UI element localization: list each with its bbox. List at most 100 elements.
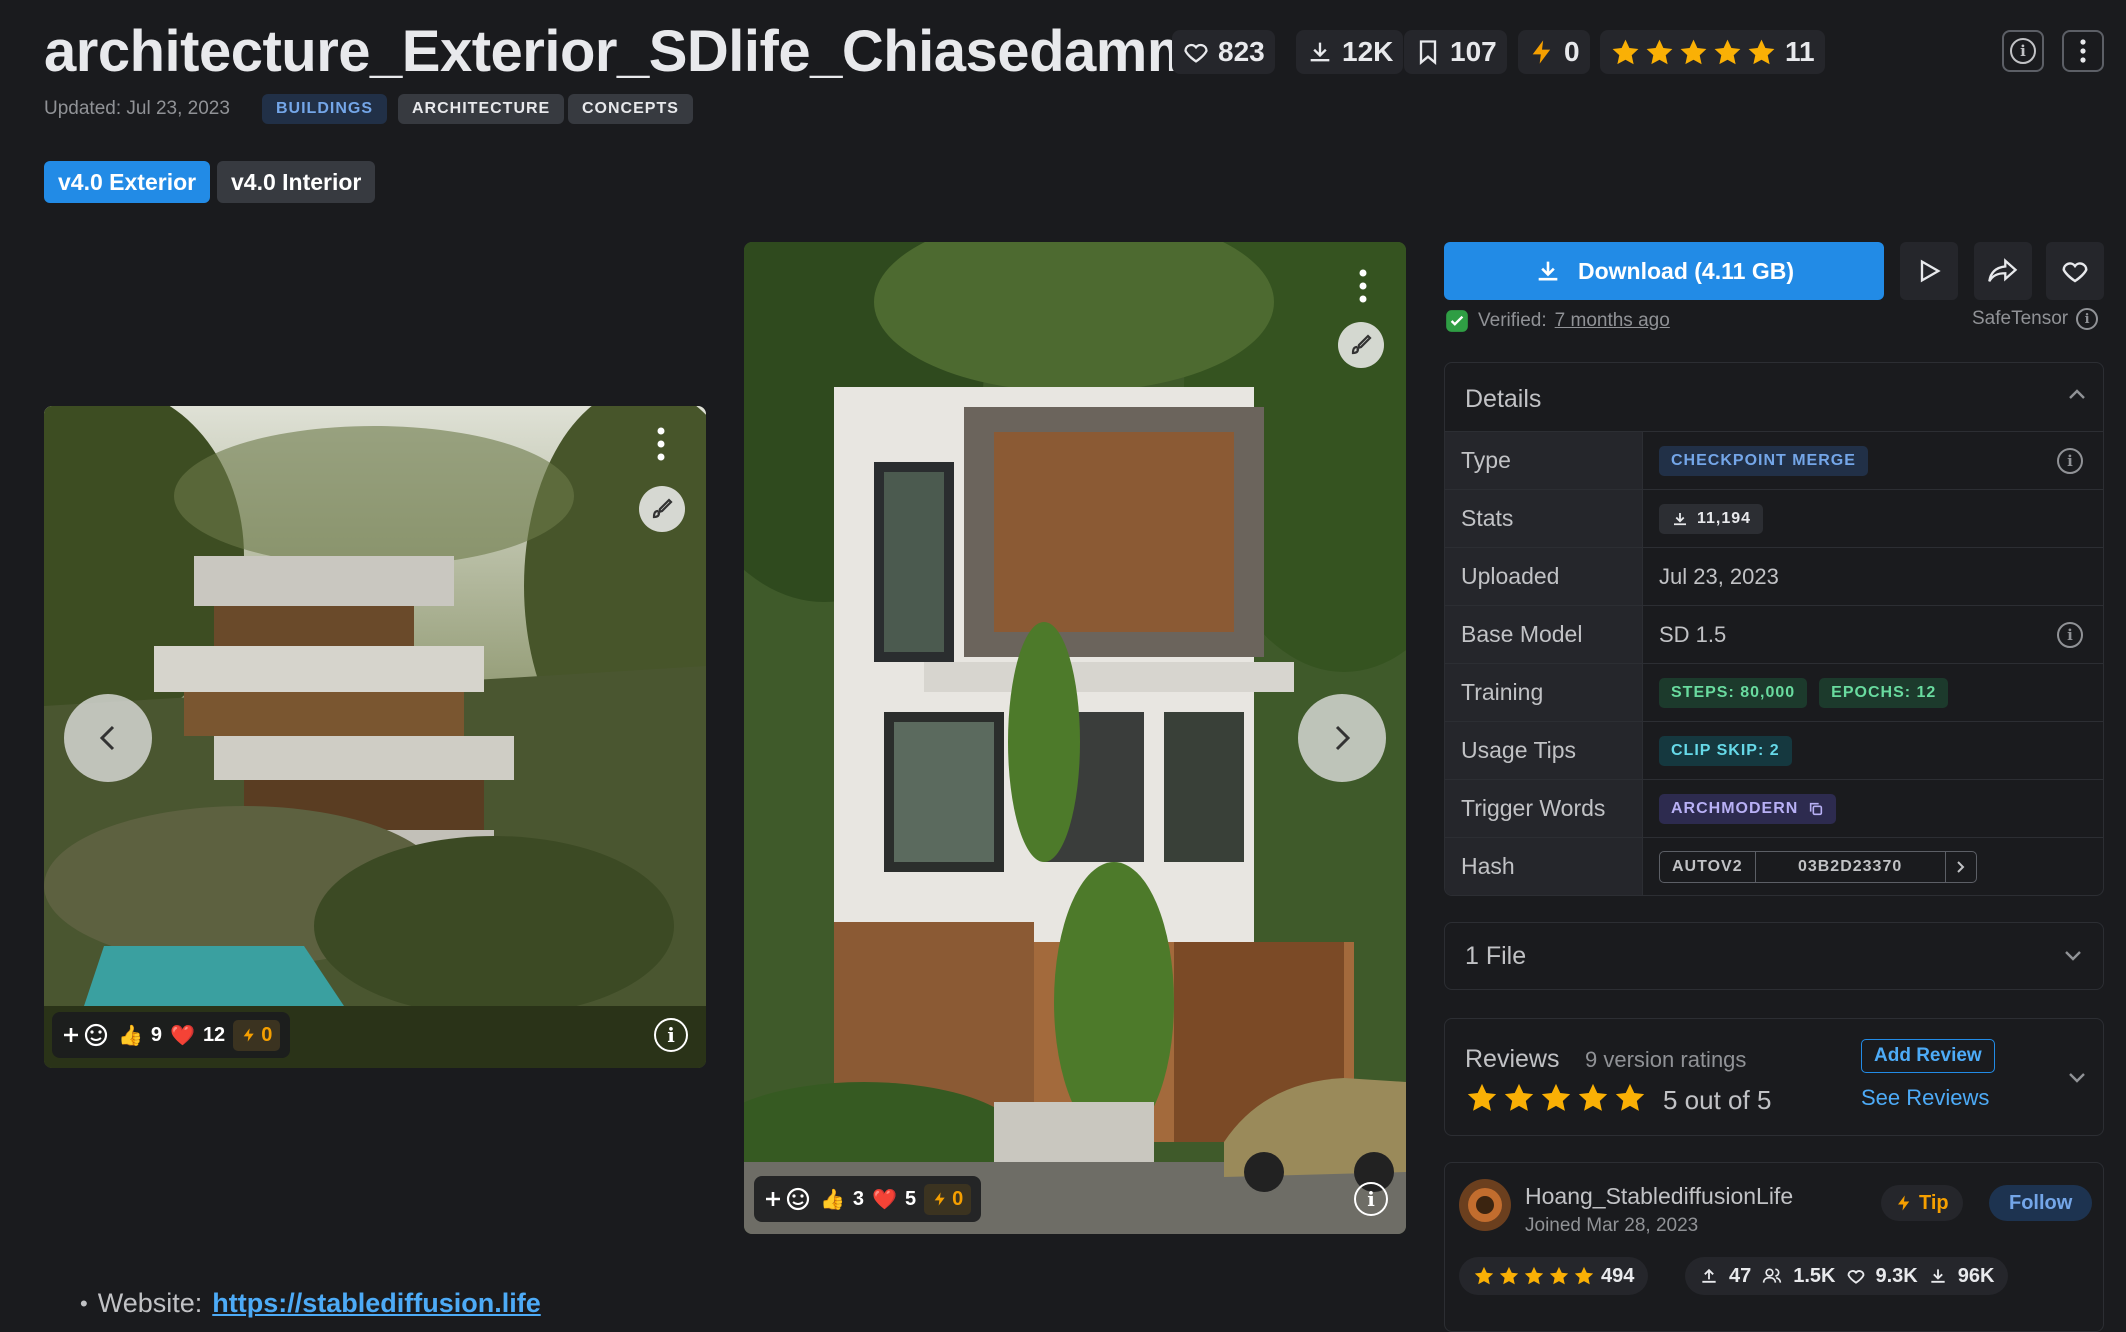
bolt-icon <box>934 1192 945 1206</box>
details-title: Details <box>1465 385 1542 413</box>
buzz-reaction[interactable]: 0 <box>233 1019 281 1051</box>
verified-label: Verified: <box>1478 310 1547 331</box>
more-menu-button[interactable] <box>2062 30 2104 72</box>
thumbs-up-icon[interactable]: 👍 <box>118 1023 143 1048</box>
image-info-icon[interactable]: i <box>654 1018 688 1052</box>
detail-label: Base Model <box>1445 606 1643 663</box>
bullet: • <box>80 1290 88 1316</box>
favorite-button[interactable] <box>2046 242 2104 300</box>
star-icon <box>1615 1083 1645 1111</box>
follow-button[interactable]: Follow <box>1989 1185 2093 1221</box>
dots-vertical-icon <box>657 427 665 461</box>
website-link[interactable]: https://stablediffusion.life <box>212 1288 541 1319</box>
trigger-word-badge[interactable]: ARCHMODERN <box>1659 793 1837 824</box>
add-reaction-icon[interactable] <box>764 1186 812 1212</box>
avatar[interactable] <box>1459 1179 1511 1231</box>
star-icon <box>1574 1266 1594 1285</box>
files-panel[interactable]: 1 File <box>1444 922 2104 990</box>
heart-reaction-icon[interactable]: ❤️ <box>170 1023 195 1048</box>
add-review-button[interactable]: Add Review <box>1861 1039 1995 1073</box>
files-label: 1 File <box>1465 941 1527 970</box>
gallery-image-left[interactable]: 👍 9 ❤️ 12 0 i <box>44 406 706 1068</box>
tag-architecture[interactable]: ARCHITECTURE <box>398 94 565 124</box>
model-title: architecture_Exterior_SDlife_Chiasedamme <box>44 19 1230 84</box>
heart-icon <box>1184 43 1208 63</box>
tag-concepts[interactable]: CONCEPTS <box>568 94 693 124</box>
version-tab-exterior[interactable]: v4.0 Exterior <box>44 161 211 203</box>
type-badge: CHECKPOINT MERGE <box>1659 445 1868 476</box>
detail-row-hash: Hash AUTOV2 03B2D23370 <box>1445 837 2103 895</box>
chevron-down-icon[interactable] <box>2067 1071 2087 1085</box>
buzz-count: 0 <box>261 1023 273 1046</box>
detail-row-trigger-words: Trigger Words ARCHMODERN <box>1445 779 2103 837</box>
add-reaction-icon[interactable] <box>62 1022 110 1048</box>
heart-reaction-icon[interactable]: ❤️ <box>872 1187 897 1212</box>
download-button[interactable]: Download (4.11 GB) <box>1444 242 1884 300</box>
detail-row-training: Training STEPS: 80,000 EPOCHS: 12 <box>1445 663 2103 721</box>
prev-image-button[interactable] <box>64 694 152 782</box>
buzz-count: 0 <box>1564 36 1580 67</box>
base-model-value: SD 1.5 <box>1659 621 1727 647</box>
likes-stat[interactable]: 823 <box>1172 30 1275 74</box>
heart-icon <box>1847 1270 1864 1284</box>
shield-check-icon <box>1446 310 1468 332</box>
reviews-title: Reviews <box>1465 1045 1560 1073</box>
remix-button[interactable] <box>1338 322 1384 368</box>
details-panel: Details Type CHECKPOINT MERGE i Stats 11… <box>1444 362 2104 896</box>
buzz-stat[interactable]: 0 <box>1518 30 1590 74</box>
uploaded-value: Jul 23, 2023 <box>1659 563 1779 589</box>
steps-badge: STEPS: 80,000 <box>1659 677 1808 708</box>
copy-icon[interactable] <box>1808 801 1824 817</box>
users-icon <box>1763 1268 1782 1283</box>
detail-label: Hash <box>1445 838 1643 895</box>
star-icon <box>1474 1266 1494 1285</box>
next-image-button[interactable] <box>1298 694 1386 782</box>
safetensor-label: SafeTensor <box>1972 308 2069 329</box>
info-icon[interactable]: i <box>2057 621 2083 648</box>
remix-button[interactable] <box>639 486 685 532</box>
creator-downloads: 96K <box>1957 1264 1995 1287</box>
star-icon <box>1499 1266 1519 1285</box>
detail-label: Type <box>1445 432 1643 489</box>
run-button[interactable] <box>1900 242 1958 300</box>
share-button[interactable] <box>1974 242 2032 300</box>
tip-button[interactable]: Tip <box>1881 1185 1963 1221</box>
play-icon <box>1920 259 1941 283</box>
version-tab-interior[interactable]: v4.0 Interior <box>217 161 376 203</box>
hash-selector[interactable]: AUTOV2 03B2D23370 <box>1659 850 1977 883</box>
image-info-icon[interactable]: i <box>1354 1182 1388 1216</box>
buzz-reaction[interactable]: 0 <box>924 1183 972 1215</box>
epochs-badge: EPOCHS: 12 <box>1819 677 1949 708</box>
rating-count: 11 <box>1785 36 1815 67</box>
like-count: 3 <box>852 1187 865 1210</box>
image-menu-button[interactable] <box>1358 268 1368 309</box>
chevron-up-icon[interactable] <box>2067 387 2087 401</box>
image-menu-button[interactable] <box>656 426 666 467</box>
creator-name[interactable]: Hoang_StablediffusionLife <box>1525 1183 1793 1210</box>
info-button[interactable]: i <box>2002 30 2044 72</box>
bookmarks-stat[interactable]: 107 <box>1404 30 1507 74</box>
hash-value[interactable]: 03B2D23370 <box>1756 851 1946 882</box>
dots-vertical-icon <box>1359 269 1367 303</box>
rating-stat[interactable]: 11 <box>1600 30 1825 74</box>
chevron-right-icon[interactable] <box>1946 852 1976 882</box>
reaction-bar: 👍 3 ❤️ 5 0 <box>754 1176 982 1222</box>
star-icon <box>1549 1266 1569 1285</box>
clip-skip-badge: CLIP SKIP: 2 <box>1659 735 1792 766</box>
see-reviews-link[interactable]: See Reviews <box>1861 1085 1989 1111</box>
creator-card: Hoang_StablediffusionLife Joined Mar 28,… <box>1444 1162 2104 1332</box>
star-icon <box>1578 1083 1608 1111</box>
bolt-icon <box>243 1028 254 1042</box>
gallery-image-main[interactable]: 👍 3 ❤️ 5 0 i <box>744 242 1406 1234</box>
star-icon <box>1646 39 1673 64</box>
verified-time[interactable]: 7 months ago <box>1555 310 1670 332</box>
info-icon[interactable]: i <box>2076 308 2099 330</box>
info-icon[interactable]: i <box>2057 447 2083 474</box>
tag-buildings[interactable]: BUILDINGS <box>262 94 387 124</box>
download-label: Download (4.11 GB) <box>1578 257 1794 284</box>
chevron-down-icon[interactable] <box>2063 949 2083 963</box>
creator-stats-chip: 47 1.5K 9.3K 96K <box>1685 1257 2009 1295</box>
thumbs-up-icon[interactable]: 👍 <box>820 1187 845 1212</box>
reaction-bar: 👍 9 ❤️ 12 0 <box>52 1012 291 1058</box>
detail-label: Training <box>1445 664 1643 721</box>
